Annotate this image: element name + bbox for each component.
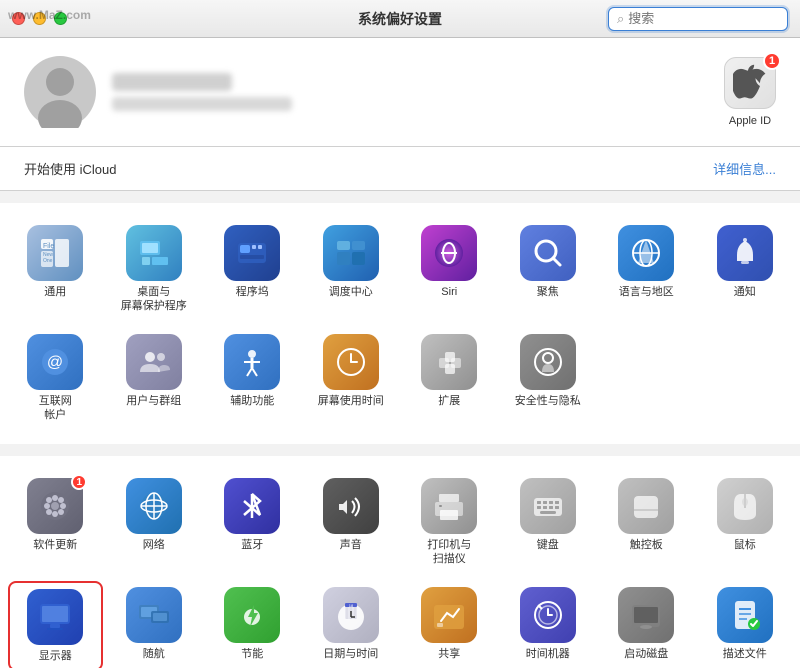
icon-label-startup: 启动磁盘 [624,647,668,661]
icon-item-access[interactable]: 辅助功能 [205,328,300,429]
icon-label-screentime: 屏幕使用时间 [318,394,384,408]
icon-label-notify: 通知 [734,285,756,299]
icon-label-timemachine: 时间机器 [526,647,570,661]
icon-item-datetime[interactable]: 18 日期与时间 [304,581,399,668]
apple-logo-icon [733,63,767,103]
icon-label-lang: 语言与地区 [619,285,674,299]
icon-item-notify[interactable]: 通知 [698,219,793,320]
minimize-button[interactable] [33,12,46,25]
icon-item-startup[interactable]: 启动磁盘 [599,581,694,668]
icon-label-sound: 声音 [340,538,362,552]
icon-item-share[interactable]: 共享 [402,581,497,668]
icon-item-display[interactable]: 显示器 [8,581,103,668]
icon-label-dock: 程序坞 [236,285,269,299]
profile-email-blur [112,97,292,111]
profile-name-blur [112,73,232,91]
profile-info [112,73,776,111]
close-button[interactable] [12,12,25,25]
title-bar: 系统偏好设置 ⌕ www.MaZ.com [0,0,800,38]
icon-item-energy[interactable]: 节能 [205,581,300,668]
icloud-detail-link[interactable]: 详细信息... [713,159,776,178]
profile-section: 1 Apple ID [0,38,800,147]
icon-item-updates[interactable]: 1 软件更新 [8,472,103,573]
icon-item-keyboard[interactable]: 键盘 [501,472,596,573]
icon-item-security[interactable]: 安全性与隐私 [501,328,596,429]
icon-label-bluetooth: 蓝牙 [241,538,263,552]
apple-id-label: Apple ID [729,115,771,127]
icon-item-users[interactable]: 用户与群组 [107,328,202,429]
icon-label-display: 显示器 [39,649,72,663]
icon-item-general[interactable]: FileNewOne通用 [8,219,103,320]
icon-label-keyboard: 键盘 [537,538,559,552]
window-title: 系统偏好设置 [358,9,442,29]
maximize-button[interactable] [54,12,67,25]
window-controls [12,12,67,25]
avatar [24,56,96,128]
icon-label-extend: 扩展 [438,394,460,408]
icons-section-2: 1 软件更新 网络 蓝牙 声音 打印机与 扫描仪 键盘 触控板 鼠标显示器 随航 节能 18 日期与时间… [0,456,800,668]
icloud-section: 开始使用 iCloud 详细信息... [0,147,800,191]
svg-text:@: @ [47,354,63,371]
svg-text:File: File [43,243,54,250]
icon-label-printer: 打印机与 扫描仪 [427,538,471,567]
icon-label-users: 用户与群组 [126,394,181,408]
icon-badge-updates: 1 [71,474,87,490]
icon-label-updates: 软件更新 [33,538,77,552]
icon-label-random: 随航 [143,647,165,661]
svg-text:18: 18 [349,603,354,608]
icon-item-random[interactable]: 随航 [107,581,202,668]
icon-item-bluetooth[interactable]: 蓝牙 [205,472,300,573]
icon-item-desktop[interactable]: 桌面与 屏幕保护程序 [107,219,202,320]
icon-item-extend[interactable]: 扩展 [402,328,497,429]
icon-label-siri: Siri [441,285,457,299]
icon-item-sound[interactable]: 声音 [304,472,399,573]
icon-label-mouse: 鼠标 [734,538,756,552]
icon-item-spotlight[interactable]: 聚焦 [501,219,596,320]
icon-item-siri[interactable]: Siri [402,219,497,320]
search-bar[interactable]: ⌕ [608,7,788,31]
icon-label-desc: 描述文件 [723,647,767,661]
icon-label-network: 网络 [143,538,165,552]
icon-item-timemachine[interactable]: 时间机器 [501,581,596,668]
icon-label-security: 安全性与隐私 [515,394,581,408]
svg-text:One: One [43,258,53,264]
icons-grid-2: 1 软件更新 网络 蓝牙 声音 打印机与 扫描仪 键盘 触控板 鼠标显示器 随航 节能 18 日期与时间… [8,472,792,668]
icon-label-mission: 调度中心 [329,285,373,299]
icon-label-spotlight: 聚焦 [537,285,559,299]
icons-grid-1: FileNewOne通用桌面与 屏幕保护程序程序坞调度中心Siri聚焦语言与地区… [8,219,792,428]
apple-id-section[interactable]: 1 Apple ID [724,57,776,127]
icon-label-access: 辅助功能 [230,394,274,408]
icon-label-general: 通用 [44,285,66,299]
apple-id-icon[interactable]: 1 [724,57,776,109]
icon-label-datetime: 日期与时间 [323,647,378,661]
icon-label-energy: 节能 [241,647,263,661]
icloud-label: 开始使用 iCloud [24,159,116,178]
icon-item-screentime[interactable]: 屏幕使用时间 [304,328,399,429]
icon-item-printer[interactable]: 打印机与 扫描仪 [402,472,497,573]
icon-item-dock[interactable]: 程序坞 [205,219,300,320]
icon-item-trackpad[interactable]: 触控板 [599,472,694,573]
apple-id-badge: 1 [763,52,781,70]
icon-label-trackpad: 触控板 [630,538,663,552]
icon-item-desc[interactable]: 描述文件 [698,581,793,668]
icon-item-mission[interactable]: 调度中心 [304,219,399,320]
icon-label-desktop: 桌面与 屏幕保护程序 [121,285,187,314]
icon-item-mouse[interactable]: 鼠标 [698,472,793,573]
icons-section-1: FileNewOne通用桌面与 屏幕保护程序程序坞调度中心Siri聚焦语言与地区… [0,203,800,444]
icon-item-network[interactable]: 网络 [107,472,202,573]
icon-label-share: 共享 [438,647,460,661]
search-icon: ⌕ [617,11,624,27]
search-input[interactable] [628,11,779,26]
icon-item-lang[interactable]: 语言与地区 [599,219,694,320]
icon-item-internet[interactable]: @ 互联网 帐户 [8,328,103,429]
main-content: 1 Apple ID 开始使用 iCloud 详细信息... FileNewOn… [0,38,800,668]
icon-label-internet: 互联网 帐户 [39,394,72,423]
